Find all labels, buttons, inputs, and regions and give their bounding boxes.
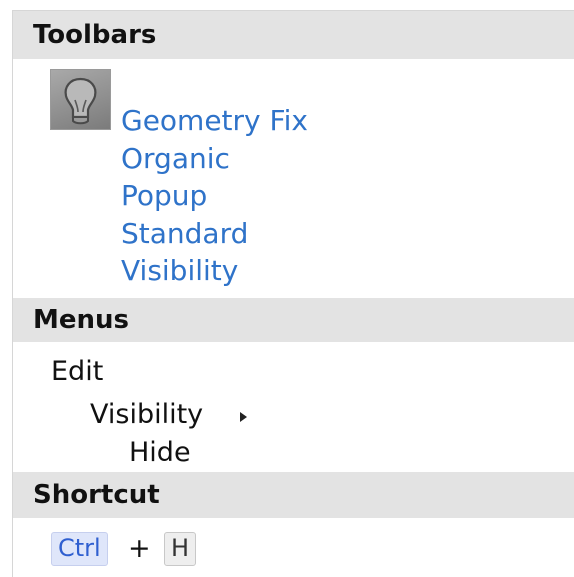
toolbar-link-visibility[interactable]: Visibility <box>121 254 238 288</box>
menu-path-hide: Hide <box>129 437 191 468</box>
triangle-right-icon <box>240 412 247 422</box>
ctrl-key: Ctrl <box>51 532 108 566</box>
toolbar-link-standard[interactable]: Standard <box>121 217 248 251</box>
shortcut-section-header: Shortcut <box>13 472 574 518</box>
shortcut-section-title: Shortcut <box>33 480 160 510</box>
toolbar-link-geometry-fix[interactable]: Geometry Fix <box>121 104 308 138</box>
h-key: H <box>164 532 197 566</box>
lightbulb-icon <box>50 69 111 130</box>
toolbars-section-title: Toolbars <box>33 20 157 50</box>
help-panel: Toolbars Geometry Fix Organic Popup Stan… <box>12 10 574 577</box>
toolbar-link-organic[interactable]: Organic <box>121 142 230 176</box>
toolbar-link-popup[interactable]: Popup <box>121 179 207 213</box>
toolbars-section-header: Toolbars <box>13 11 574 59</box>
shortcut-plus-separator: + <box>128 533 151 564</box>
menu-path-visibility: Visibility <box>90 399 204 430</box>
menus-section-title: Menus <box>33 305 130 335</box>
menu-path-edit: Edit <box>51 356 104 387</box>
menus-section-header: Menus <box>13 298 574 342</box>
